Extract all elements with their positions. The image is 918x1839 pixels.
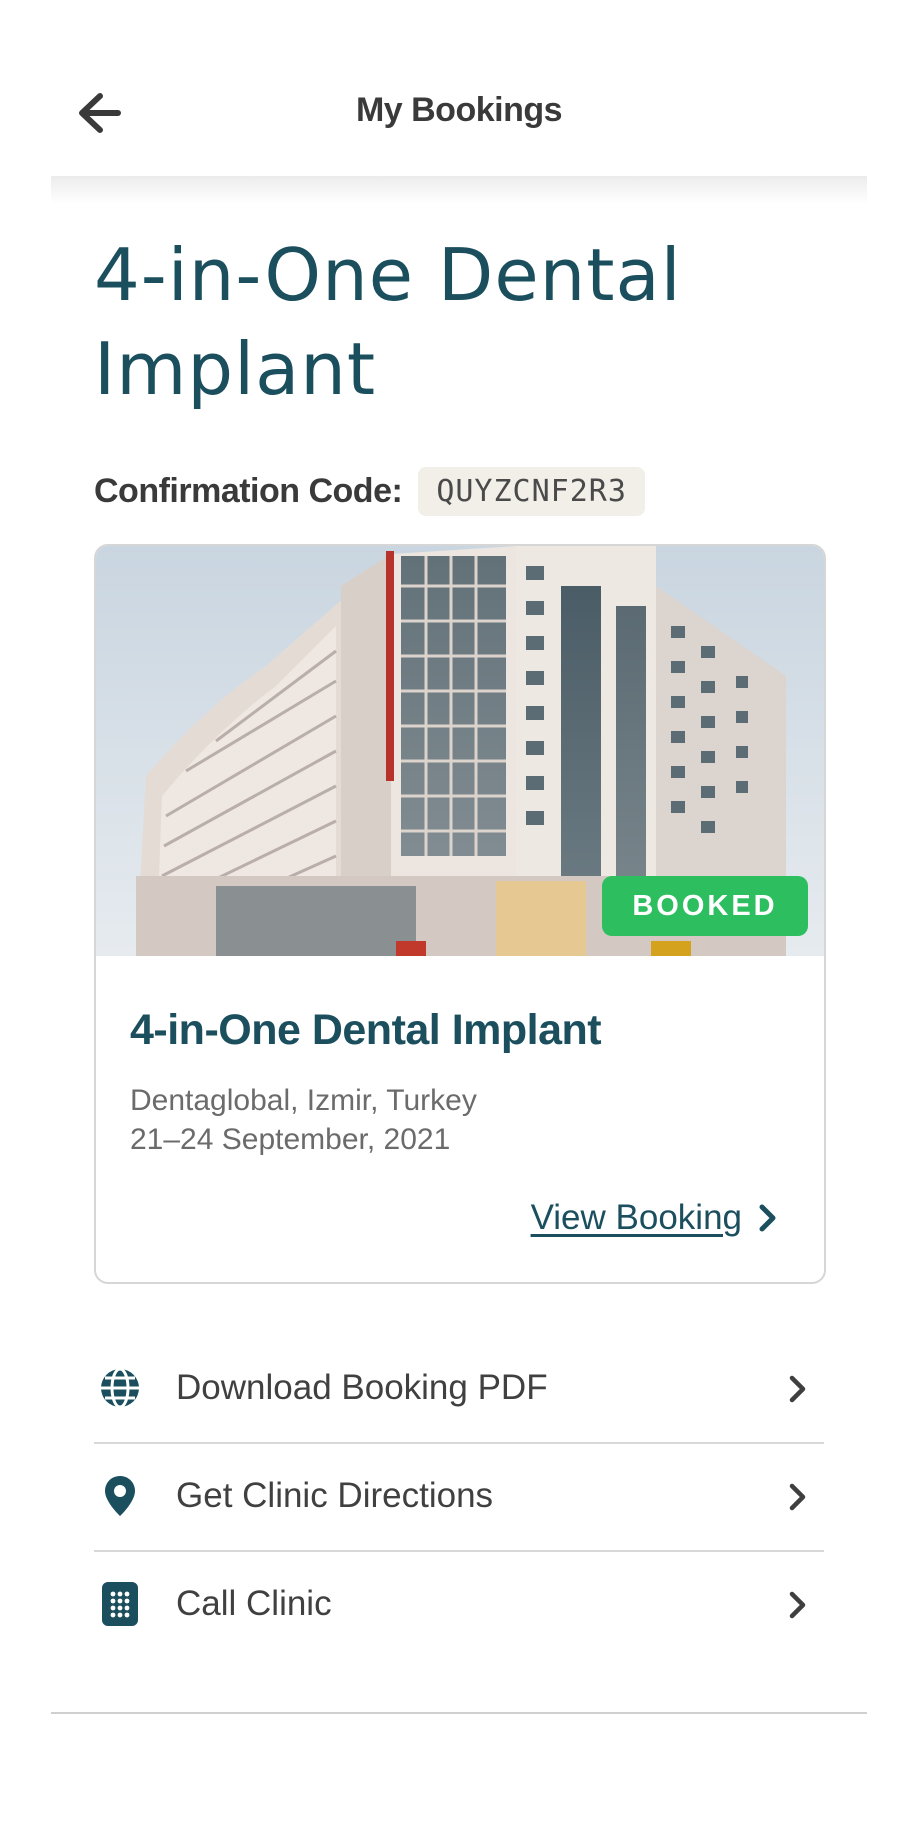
status-badge: BOOKED <box>602 876 808 936</box>
download-booking-pdf-row[interactable]: Download Booking PDF <box>94 1334 824 1442</box>
page-title: 4-in-One Dental Implant <box>94 233 682 411</box>
header-title: My Bookings <box>355 91 563 129</box>
call-clinic-row[interactable]: Call Clinic <box>94 1550 824 1658</box>
booking-card: BOOKED 4-in-One Dental Implant Dentaglob… <box>94 544 826 1284</box>
download-booking-pdf-label: Download Booking PDF <box>176 1368 548 1407</box>
get-clinic-directions-label: Get Clinic Directions <box>176 1476 494 1515</box>
bottom-divider <box>51 1712 867 1714</box>
phone-keypad-icon <box>102 1582 138 1626</box>
chevron-right-icon <box>759 1204 776 1232</box>
chevron-right-icon <box>789 1375 806 1403</box>
chevron-right-icon <box>789 1483 806 1511</box>
card-title: 4-in-One Dental Implant <box>130 1006 602 1054</box>
map-pin-icon <box>105 1476 135 1516</box>
get-clinic-directions-row[interactable]: Get Clinic Directions <box>94 1442 824 1550</box>
globe-icon <box>101 1367 139 1409</box>
chevron-right-icon <box>789 1591 806 1619</box>
header-shadow <box>51 176 867 204</box>
view-booking-label: View Booking <box>530 1198 742 1237</box>
call-clinic-label: Call Clinic <box>176 1584 332 1623</box>
app-header <box>51 0 867 178</box>
clinic-location: Dentaglobal, Izmir, Turkey <box>130 1084 477 1117</box>
view-booking-link[interactable]: View Booking <box>531 1198 778 1238</box>
confirmation-code: QUYZCNF2R3 <box>418 466 645 516</box>
confirmation-row: Confirmation Code: QUYZCNF2R3 <box>94 466 645 516</box>
booking-dates: 21–24 September, 2021 <box>130 1123 451 1156</box>
confirmation-label: Confirmation Code: <box>94 471 403 510</box>
